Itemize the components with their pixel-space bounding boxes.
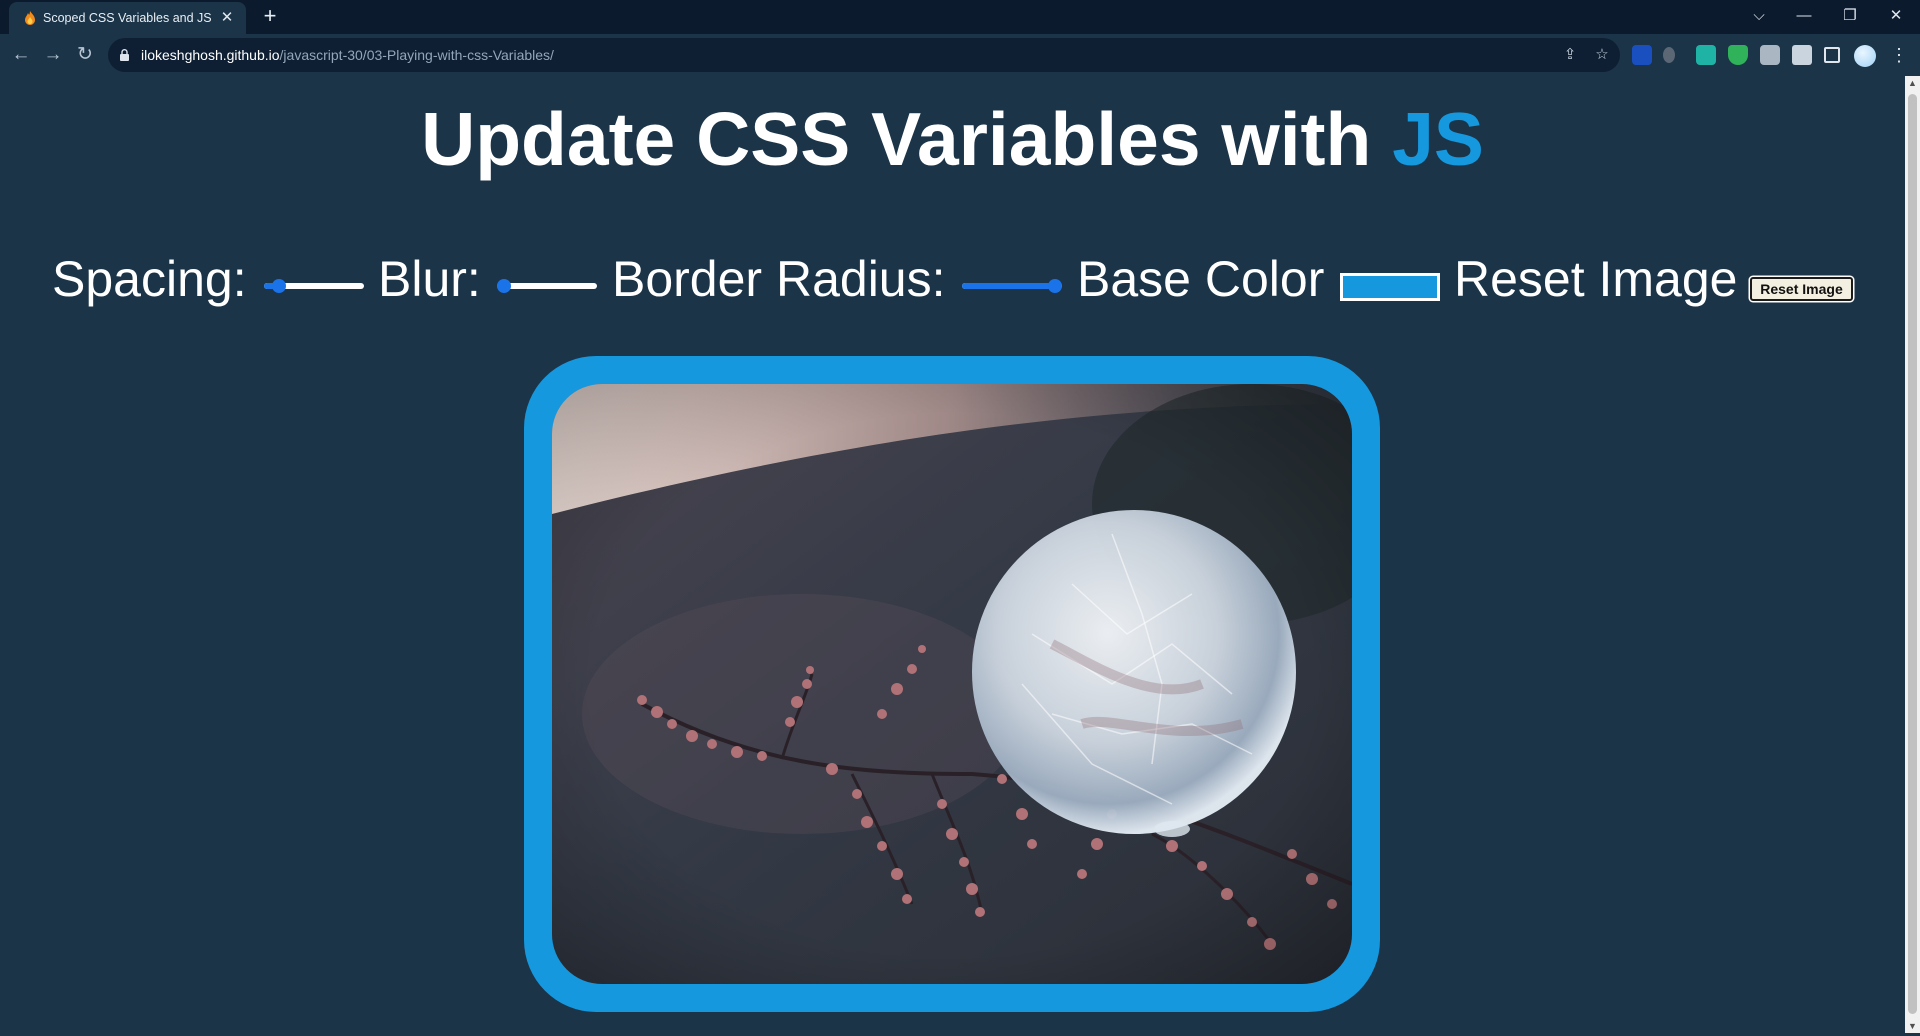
tab-search-chevron-icon[interactable]: ⌵ <box>1745 4 1773 28</box>
extension-translate-icon[interactable] <box>1696 45 1716 65</box>
scroll-up-arrow-icon[interactable]: ▲ <box>1905 76 1920 90</box>
forward-icon[interactable]: → <box>41 43 65 67</box>
url-host: ilokeshghosh.github.io <box>141 47 280 63</box>
new-tab-icon[interactable]: + <box>258 5 282 29</box>
bookmark-star-icon[interactable]: ☆ <box>1592 45 1612 65</box>
page-title: Update CSS Variables with JS <box>0 96 1905 182</box>
spacing-slider[interactable] <box>264 277 364 295</box>
base-color-picker[interactable] <box>1340 273 1440 301</box>
bubble-branch-illustration <box>552 384 1352 984</box>
spacing-label: Spacing: <box>52 251 247 307</box>
adblock-shield-icon[interactable] <box>1728 45 1748 65</box>
scrollbar-thumb[interactable] <box>1908 94 1917 1014</box>
blur-label: Blur: <box>378 251 481 307</box>
slider-track <box>497 283 597 289</box>
flame-favicon-icon <box>25 11 35 25</box>
browser-toolbar: ← → ↻ ilokeshghosh.github.io/javascript-… <box>0 34 1920 76</box>
url-path: /javascript-30/03-Playing-with-css-Varia… <box>279 47 554 63</box>
page-scrollbar[interactable]: ▲ ▼ <box>1905 76 1920 1033</box>
bitwarden-shield-icon[interactable] <box>1632 45 1652 65</box>
lock-icon <box>120 49 129 61</box>
title-main: Update CSS Variables with <box>421 97 1393 181</box>
share-icon[interactable]: ⇪ <box>1560 45 1580 65</box>
scroll-down-arrow-icon[interactable]: ▼ <box>1905 1019 1920 1033</box>
border-radius-label: Border Radius: <box>612 251 946 307</box>
tab-title: Scoped CSS Variables and JS <box>43 11 212 25</box>
reload-icon[interactable]: ↻ <box>73 43 97 67</box>
slider-thumb[interactable] <box>272 279 286 293</box>
screenshot-camera-icon[interactable] <box>1760 45 1780 65</box>
side-panel-icon[interactable] <box>1824 47 1840 63</box>
base-color-label: Base Color <box>1077 251 1325 307</box>
address-bar[interactable]: ilokeshghosh.github.io/javascript-30/03-… <box>108 38 1620 72</box>
title-highlight: JS <box>1392 97 1484 181</box>
blur-slider[interactable] <box>497 277 597 295</box>
tab-strip: Scoped CSS Variables and JS ✕ + ⌵ — ❐ ✕ <box>0 0 1920 34</box>
frozen-bubble-photo <box>552 384 1352 984</box>
url-text: ilokeshghosh.github.io/javascript-30/03-… <box>141 47 554 63</box>
browser-menu-icon[interactable]: ⋮ <box>1890 43 1908 67</box>
restore-icon[interactable]: ❐ <box>1836 4 1864 28</box>
slider-thumb[interactable] <box>1048 279 1062 293</box>
extensions-puzzle-icon[interactable] <box>1792 45 1812 65</box>
image-frame <box>524 356 1380 1012</box>
slider-thumb[interactable] <box>497 279 511 293</box>
profile-avatar[interactable] <box>1854 45 1876 67</box>
reset-image-label: Reset Image <box>1454 251 1738 307</box>
controls-bar: Spacing: Blur: Border Radius: Base Color… <box>0 238 1905 334</box>
minimize-icon[interactable]: — <box>1790 4 1818 28</box>
window-close-icon[interactable]: ✕ <box>1882 4 1910 28</box>
tab-close-icon[interactable]: ✕ <box>218 9 236 27</box>
browser-tab[interactable]: Scoped CSS Variables and JS ✕ <box>9 2 246 34</box>
extension-bulb-icon[interactable] <box>1663 47 1675 63</box>
back-icon[interactable]: ← <box>9 43 33 67</box>
slider-fill <box>962 283 1055 289</box>
border-radius-slider[interactable] <box>962 277 1062 295</box>
reset-image-button[interactable]: Reset Image <box>1750 277 1853 301</box>
